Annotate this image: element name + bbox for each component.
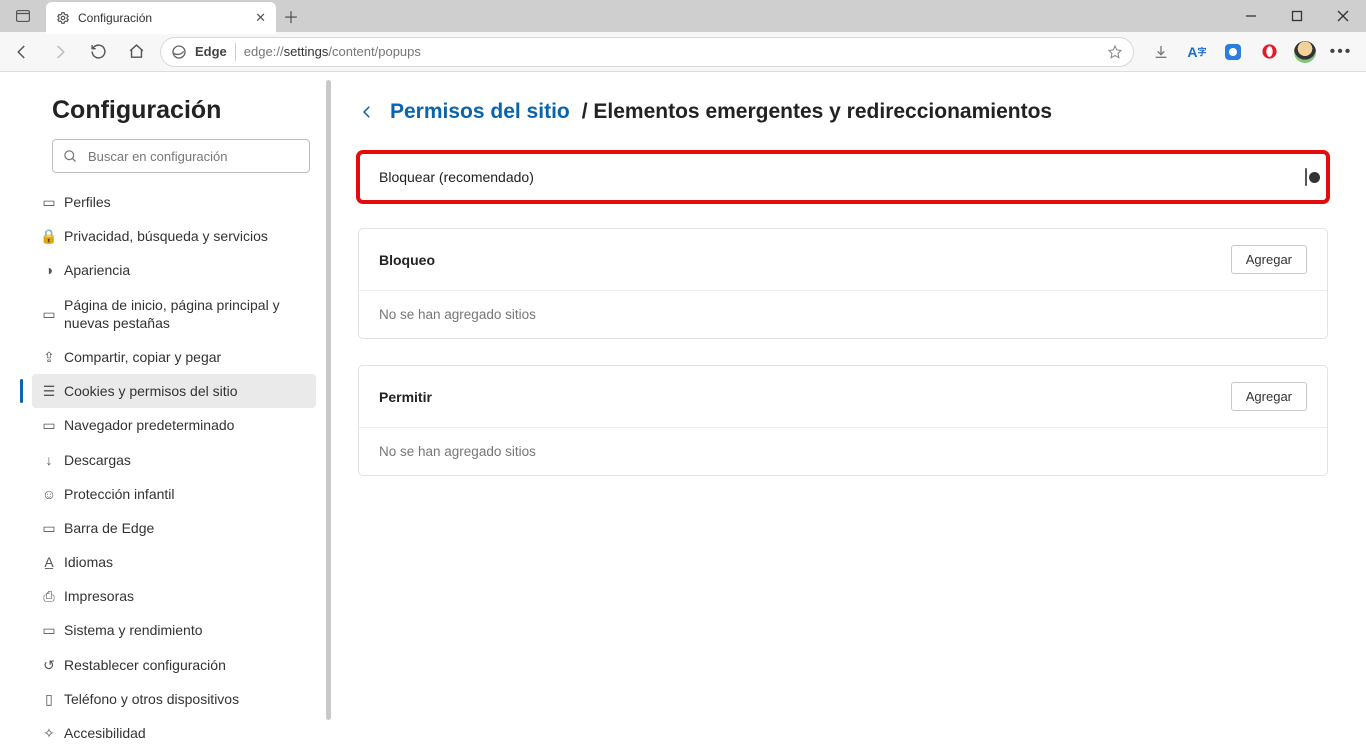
breadcrumb-back-button[interactable] <box>358 103 378 121</box>
sidebar-item-downloads[interactable]: ↓Descargas <box>0 443 330 477</box>
accessibility-icon: ✧ <box>40 724 58 742</box>
sidebar-item-privacy[interactable]: 🔒Privacidad, búsqueda y servicios <box>0 219 330 253</box>
back-button[interactable] <box>8 38 36 66</box>
sidebar-item-appearance[interactable]: ◑Apariencia <box>0 253 330 287</box>
edge-logo-icon <box>171 44 187 60</box>
toolbar-extensions: A字 ••• <box>1144 41 1358 63</box>
sidebar-item-reset[interactable]: ↺Restablecer configuración <box>0 648 330 682</box>
sidebar-item-phone[interactable]: ▯Teléfono y otros dispositivos <box>0 682 330 716</box>
home-button[interactable] <box>122 38 150 66</box>
divider <box>235 43 236 61</box>
breadcrumb-current: / Elementos emergentes y redireccionamie… <box>582 100 1052 124</box>
tab-close-button[interactable]: ✕ <box>255 10 266 26</box>
block-list-card: Bloqueo Agregar No se han agregado sitio… <box>358 228 1328 339</box>
tab-overview-button[interactable] <box>0 0 46 32</box>
languages-icon: A̲ <box>40 553 58 571</box>
download-icon: ↓ <box>40 451 58 469</box>
breadcrumb: Permisos del sitio / Elementos emergente… <box>358 100 1328 124</box>
translate-icon[interactable]: A字 <box>1186 41 1208 63</box>
favorites-star-icon[interactable] <box>1107 44 1123 60</box>
address-bar[interactable]: Edge edge://settings/content/popups <box>160 37 1134 67</box>
home-icon: ▭ <box>40 305 58 323</box>
sidebar-item-share[interactable]: ⇪Compartir, copiar y pegar <box>0 340 330 374</box>
browser-icon: ▭ <box>40 416 58 434</box>
sidebar-item-edge-bar[interactable]: ▭Barra de Edge <box>0 511 330 545</box>
sidebar-item-family[interactable]: ☺Protección infantil <box>0 477 330 511</box>
block-toggle-switch[interactable] <box>1305 168 1307 186</box>
browser-tab[interactable]: Configuración ✕ <box>46 2 276 34</box>
sidebar-item-cookies[interactable]: ☰Cookies y permisos del sitio <box>32 374 316 408</box>
sidebar-item-default-browser[interactable]: ▭Navegador predeterminado <box>0 408 330 442</box>
allow-list-card: Permitir Agregar No se han agregado siti… <box>358 365 1328 476</box>
allow-list-header: Permitir Agregar <box>359 366 1327 427</box>
settings-sidebar: Configuración Buscar en configuración ▭P… <box>0 72 330 728</box>
sidebar-item-printers[interactable]: ⎙Impresoras <box>0 579 330 613</box>
allow-add-button[interactable]: Agregar <box>1231 382 1307 411</box>
printer-icon: ⎙ <box>40 587 58 605</box>
appearance-icon: ◑ <box>40 261 58 279</box>
block-toggle-row: Bloquear (recomendado) <box>359 153 1327 201</box>
block-toggle-card: Bloquear (recomendado) <box>358 152 1328 202</box>
cookies-icon: ☰ <box>40 382 58 400</box>
opera-icon[interactable] <box>1258 41 1280 63</box>
settings-title: Configuración <box>0 96 330 139</box>
nav-toolbar: Edge edge://settings/content/popups A字 •… <box>0 32 1366 72</box>
sidebar-item-startpage[interactable]: ▭Página de inicio, página principal y nu… <box>0 288 330 340</box>
block-toggle-label: Bloquear (recomendado) <box>379 169 534 185</box>
close-window-button[interactable] <box>1320 0 1366 32</box>
gear-icon <box>56 11 70 25</box>
settings-nav-list: ▭Perfiles 🔒Privacidad, búsqueda y servic… <box>0 185 330 750</box>
downloads-icon[interactable] <box>1150 41 1172 63</box>
sidebar-item-languages[interactable]: A̲Idiomas <box>0 545 330 579</box>
maximize-button[interactable] <box>1274 0 1320 32</box>
extension-blue-icon[interactable] <box>1222 41 1244 63</box>
address-scheme-label: Edge <box>195 44 227 59</box>
new-tab-button[interactable]: ＋ <box>276 0 306 32</box>
settings-main-panel: Permisos del sitio / Elementos emergente… <box>330 72 1366 728</box>
allow-list-empty: No se han agregado sitios <box>359 427 1327 475</box>
block-add-button[interactable]: Agregar <box>1231 245 1307 274</box>
minimize-button[interactable] <box>1228 0 1274 32</box>
sidebar-item-profiles[interactable]: ▭Perfiles <box>0 185 330 219</box>
search-placeholder: Buscar en configuración <box>88 149 227 164</box>
sidebar-item-system[interactable]: ▭Sistema y rendimiento <box>0 613 330 647</box>
breadcrumb-link[interactable]: Permisos del sitio <box>390 100 570 124</box>
family-icon: ☺ <box>40 485 58 503</box>
reset-icon: ↺ <box>40 656 58 674</box>
bar-icon: ▭ <box>40 519 58 537</box>
settings-search-input[interactable]: Buscar en configuración <box>52 139 310 173</box>
window-controls <box>1228 0 1366 32</box>
allow-list-title: Permitir <box>379 389 432 405</box>
block-list-title: Bloqueo <box>379 252 435 268</box>
system-icon: ▭ <box>40 621 58 639</box>
profile-icon: ▭ <box>40 193 58 211</box>
address-url: edge://settings/content/popups <box>244 44 421 59</box>
block-list-empty: No se han agregado sitios <box>359 290 1327 338</box>
sidebar-item-accessibility[interactable]: ✧Accesibilidad <box>0 716 330 750</box>
share-icon: ⇪ <box>40 348 58 366</box>
titlebar: Configuración ✕ ＋ <box>0 0 1366 32</box>
more-menu-button[interactable]: ••• <box>1330 41 1352 63</box>
forward-button[interactable] <box>46 38 74 66</box>
block-list-header: Bloqueo Agregar <box>359 229 1327 290</box>
profile-avatar[interactable] <box>1294 41 1316 63</box>
reload-button[interactable] <box>84 38 112 66</box>
phone-icon: ▯ <box>40 690 58 708</box>
lock-icon: 🔒 <box>40 227 58 245</box>
tab-title: Configuración <box>78 11 152 25</box>
search-icon <box>63 149 78 164</box>
